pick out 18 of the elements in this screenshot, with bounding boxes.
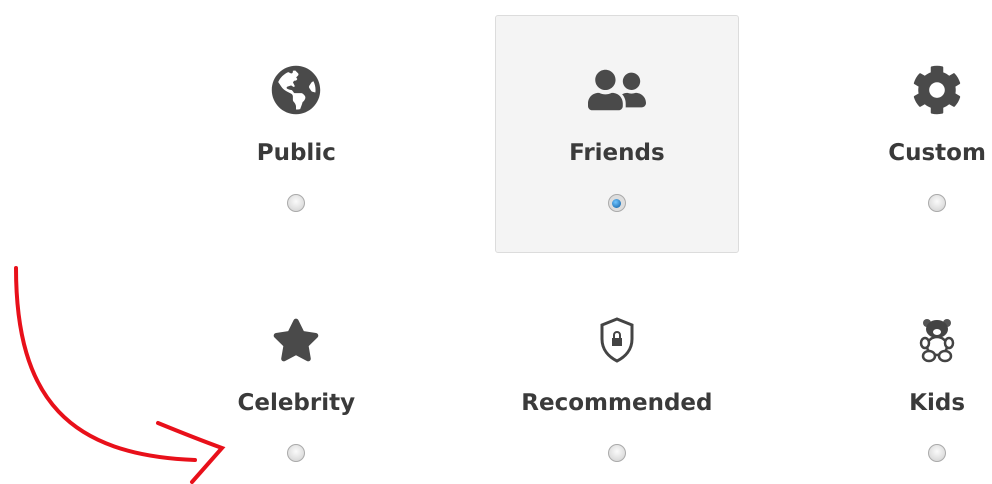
radio-button[interactable] (928, 444, 946, 462)
radio-button[interactable] (608, 444, 626, 462)
option-label: Recommended (521, 389, 712, 418)
radio-button[interactable] (608, 194, 626, 212)
star-icon (272, 316, 320, 364)
teddy-bear-icon (919, 317, 956, 363)
shield-lock-icon (598, 317, 635, 363)
gear-icon (912, 65, 962, 115)
radio-button[interactable] (287, 194, 306, 212)
radio-button[interactable] (287, 444, 306, 462)
option-label: Public (256, 139, 336, 168)
selected-option-card[interactable]: Friends (494, 15, 740, 253)
option-label: Friends (569, 139, 665, 168)
radio-button[interactable] (928, 194, 946, 212)
option-label: Custom (888, 139, 986, 168)
option-label: Kids (909, 389, 966, 418)
option-label: Celebrity (237, 389, 356, 418)
globe-icon (271, 65, 322, 115)
